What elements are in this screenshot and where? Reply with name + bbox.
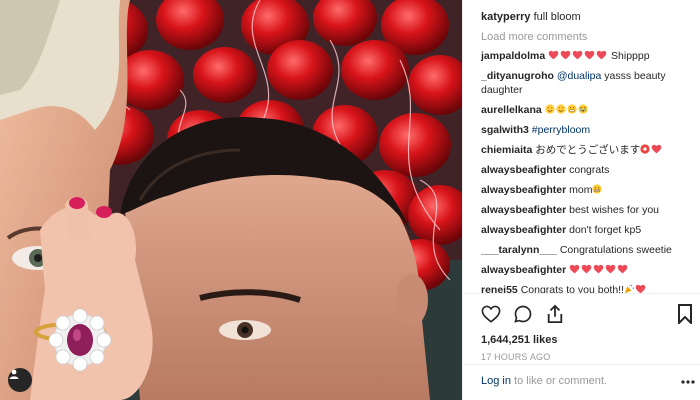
comment-username[interactable]: jampaldolma: [481, 50, 545, 62]
comment-username[interactable]: alwaysbeafighter: [481, 264, 566, 276]
emoji-group: [592, 184, 603, 196]
action-icons: [481, 302, 692, 326]
comment-username[interactable]: alwaysbeafighter: [481, 184, 566, 196]
author-username[interactable]: katyperry: [481, 11, 531, 23]
comment-text: congrats: [569, 164, 610, 176]
more-icon[interactable]: [681, 375, 695, 387]
comment-item: sgalwith3 #perrybloom: [481, 123, 689, 137]
comment-username[interactable]: renej55: [481, 284, 518, 293]
comment-username[interactable]: alwaysbeafighter: [481, 204, 566, 216]
comment-icon[interactable]: [513, 304, 533, 324]
post-caption: katyperry full bloom: [481, 10, 689, 24]
emoji-group: [545, 104, 589, 116]
heart-emoji-group: [569, 264, 629, 276]
comment-text: Congrats to you both!!: [520, 284, 625, 293]
save-icon[interactable]: [675, 304, 695, 324]
share-icon[interactable]: [545, 304, 565, 324]
load-more-comments-button[interactable]: Load more comments: [481, 30, 689, 44]
comment-username[interactable]: alwaysbeafighter: [481, 164, 566, 176]
comment-username[interactable]: chiemiaita: [481, 144, 532, 156]
comment-username[interactable]: sgalwith3: [481, 124, 529, 136]
comment-text: おめでとうございます: [535, 144, 641, 156]
comment-username[interactable]: _dityanugroho: [481, 70, 554, 82]
comment-item: alwaysbeafighter mom: [481, 183, 689, 197]
login-suffix: to like or comment.: [510, 375, 607, 387]
comment-item: alwaysbeafighter don't forget kp5: [481, 223, 689, 237]
comment-item: renej55 Congrats to you both!!: [481, 283, 689, 293]
login-link[interactable]: Log in: [481, 375, 511, 387]
like-icon[interactable]: [481, 304, 501, 324]
heart-emoji: [651, 144, 663, 156]
post-actions: 1,644,251 likes 17 HOURS AGO: [463, 293, 700, 362]
comment-hashtag[interactable]: #perrybloom: [532, 124, 590, 136]
comment-item: _dityanugroho @dualipa yasss beauty daug…: [481, 69, 689, 97]
comment-username[interactable]: aurellelkana: [481, 104, 542, 116]
comment-item: alwaysbeafighter congrats: [481, 163, 689, 177]
comment-container: jampaldolma Shipppp _dityanugroho @dualip…: [481, 49, 689, 293]
comment-item: alwaysbeafighter best wishes for you: [481, 203, 689, 217]
comment-text: don't forget kp5: [569, 224, 642, 236]
likes-count[interactable]: 1,644,251 likes: [481, 334, 689, 346]
photo-illustration: [0, 0, 462, 400]
comment-text: Congratulations sweetie: [559, 244, 672, 256]
comments-list[interactable]: katyperry full bloom Load more comments …: [463, 0, 700, 293]
comment-item: ___taralynn___ Congratulations sweetie: [481, 243, 689, 257]
comment-item: aurellelkana: [481, 103, 689, 117]
heart-emoji-group: [548, 50, 608, 62]
comment-item: alwaysbeafighter: [481, 263, 689, 277]
comment-text: mom: [569, 184, 593, 196]
user-tag-icon[interactable]: [8, 368, 32, 392]
emoji-group: [640, 144, 651, 156]
comment-text: best wishes for you: [569, 204, 660, 216]
caption-text: full bloom: [533, 11, 581, 23]
post-timestamp: 17 HOURS AGO: [481, 352, 551, 362]
comment-mention[interactable]: @dualipa: [557, 70, 602, 82]
login-bar: Log in to like or comment.: [463, 364, 700, 400]
heart-emoji: [635, 284, 647, 293]
emoji-group: [624, 284, 635, 293]
instagram-post-page: katyperry full bloom Load more comments …: [0, 0, 700, 400]
comment-text: Shipppp: [611, 50, 650, 62]
post-photo[interactable]: [0, 0, 462, 400]
comment-item: jampaldolma Shipppp: [481, 49, 689, 63]
post-details-pane: katyperry full bloom Load more comments …: [462, 0, 700, 400]
comment-username[interactable]: ___taralynn___: [481, 244, 557, 256]
comment-username[interactable]: alwaysbeafighter: [481, 224, 566, 236]
comment-item: chiemiaita おめでとうございます: [481, 143, 689, 157]
